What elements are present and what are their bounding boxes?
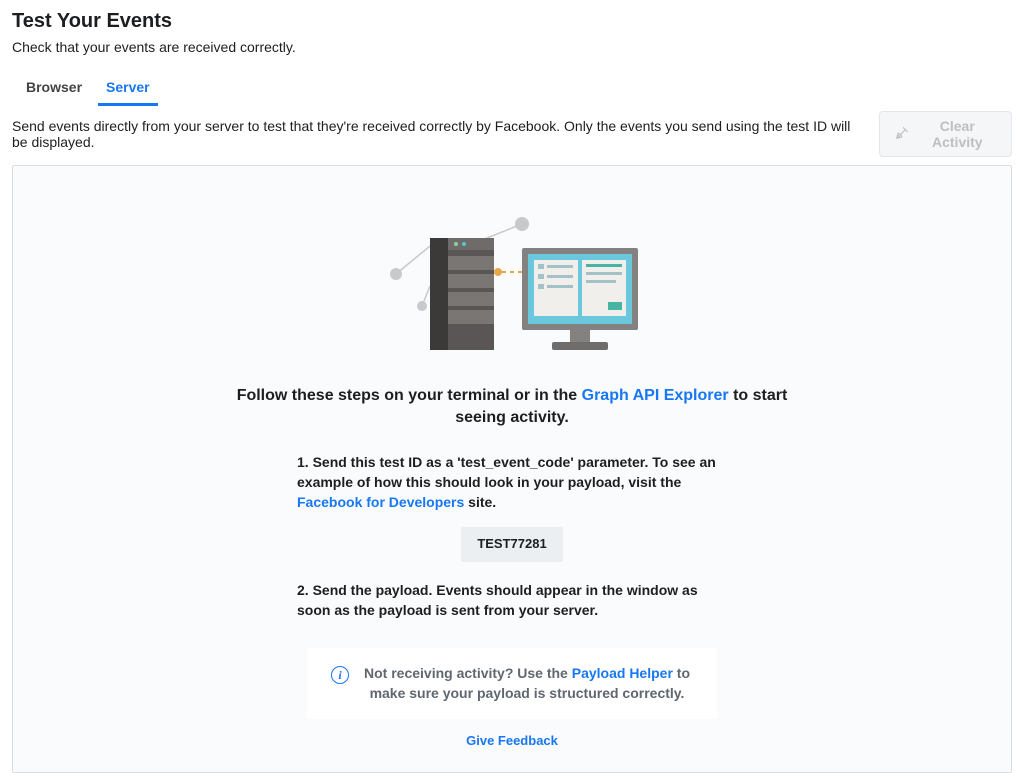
broom-icon <box>894 125 910 144</box>
server-tab-description: Send events directly from your server to… <box>12 118 859 150</box>
info-icon: i <box>331 666 349 684</box>
payload-helper-link[interactable]: Payload Helper <box>572 665 673 681</box>
step-2: 2. Send the payload. Events should appea… <box>297 580 727 621</box>
clear-activity-label: Clear Activity <box>918 118 997 150</box>
graph-api-explorer-link[interactable]: Graph API Explorer <box>582 387 729 404</box>
tab-server[interactable]: Server <box>104 73 152 105</box>
give-feedback-link[interactable]: Give Feedback <box>43 733 981 748</box>
step-1: 1. Send this test ID as a 'test_event_co… <box>297 452 727 513</box>
facebook-for-developers-link[interactable]: Facebook for Developers <box>297 494 464 510</box>
page-title: Test Your Events <box>12 10 1012 33</box>
clear-activity-button[interactable]: Clear Activity <box>879 111 1012 157</box>
tabs: Browser Server <box>12 73 1012 105</box>
empty-state-panel: Follow these steps on your terminal or i… <box>12 165 1012 773</box>
test-event-code: TEST77281 <box>461 527 562 562</box>
instructions-headline: Follow these steps on your terminal or i… <box>232 385 792 430</box>
page-subtitle: Check that your events are received corr… <box>12 39 1012 55</box>
payload-helper-info: i Not receiving activity? Use the Payloa… <box>307 648 717 719</box>
tab-browser[interactable]: Browser <box>24 73 84 105</box>
server-monitor-illustration <box>382 216 642 359</box>
